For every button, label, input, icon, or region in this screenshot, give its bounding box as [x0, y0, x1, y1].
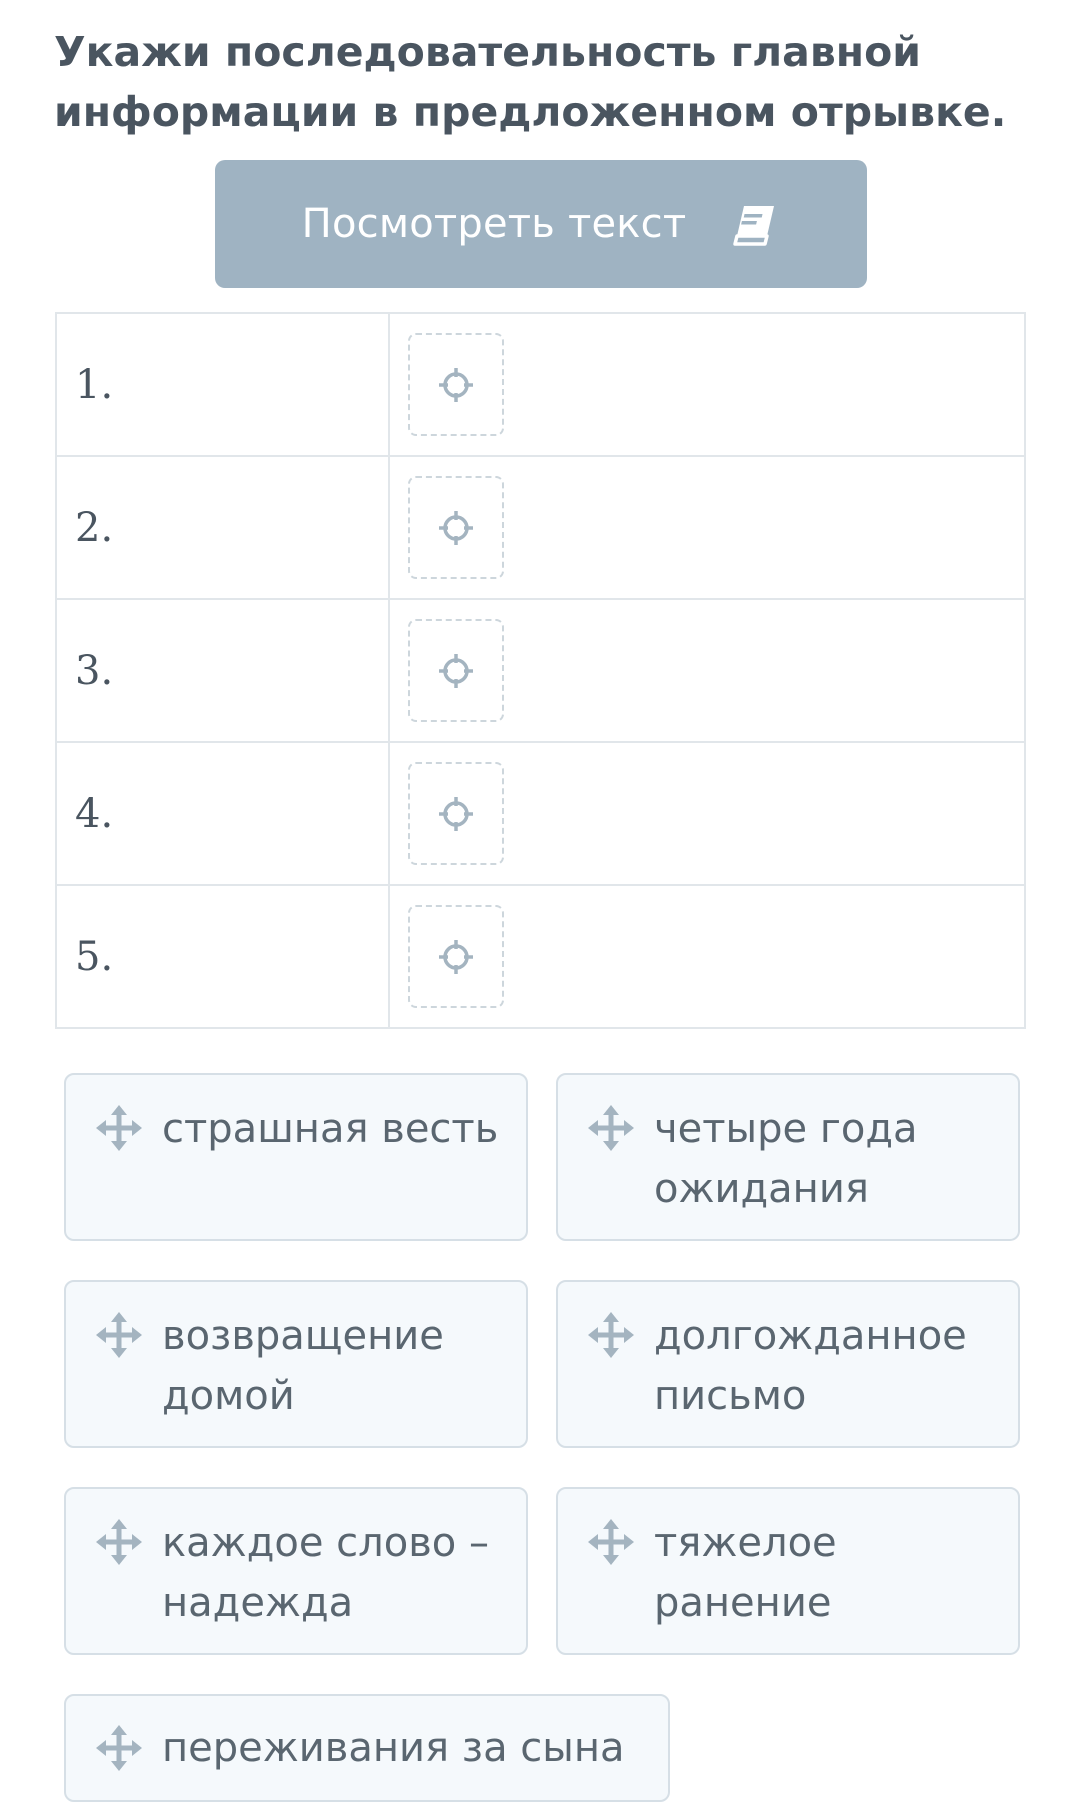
row-number: 1.: [75, 361, 114, 408]
answer-cell: [388, 312, 1026, 457]
target-icon: [436, 508, 476, 548]
option-chip[interactable]: возвращение домой: [64, 1280, 528, 1448]
book-icon: [730, 199, 780, 249]
drop-slot-5[interactable]: [408, 905, 504, 1008]
option-label: возвращение домой: [162, 1313, 444, 1419]
row-number: 3.: [75, 647, 114, 694]
option-label: тяжелое ранение: [654, 1520, 837, 1626]
answer-cell: [388, 741, 1026, 886]
option-label: четыре года ожидания: [654, 1106, 918, 1212]
target-icon: [436, 651, 476, 691]
view-text-button-label: Посмотреть текст: [301, 201, 687, 247]
row-number-cell: 5.: [55, 884, 390, 1029]
row-number-cell: 1.: [55, 312, 390, 457]
row-number: 5.: [75, 933, 114, 980]
view-text-button[interactable]: Посмотреть текст: [215, 160, 867, 288]
option-label: переживания за сына: [162, 1725, 625, 1771]
row-number-cell: 3.: [55, 598, 390, 743]
target-icon: [436, 365, 476, 405]
answer-cell: [388, 598, 1026, 743]
option-chip[interactable]: долгожданное письмо: [556, 1280, 1020, 1448]
table-row: 4.: [55, 741, 1026, 886]
table-row: 1.: [55, 312, 1026, 457]
drop-slot-1[interactable]: [408, 333, 504, 436]
option-label: каждое слово – надежда: [162, 1520, 489, 1626]
move-icon: [588, 1312, 634, 1358]
row-number: 2.: [75, 504, 114, 551]
move-icon: [96, 1519, 142, 1565]
option-chip[interactable]: каждое слово – надежда: [64, 1487, 528, 1655]
table-row: 3.: [55, 598, 1026, 743]
table-row: 5.: [55, 884, 1026, 1029]
option-chip[interactable]: четыре года ожидания: [556, 1073, 1020, 1241]
drop-slot-4[interactable]: [408, 762, 504, 865]
answer-cell: [388, 455, 1026, 600]
answer-table: 1. 2. 3. 4. 5.: [55, 312, 1026, 1029]
option-label: страшная весть: [162, 1106, 499, 1152]
drop-slot-3[interactable]: [408, 619, 504, 722]
move-icon: [588, 1105, 634, 1151]
move-icon: [588, 1519, 634, 1565]
table-row: 2.: [55, 455, 1026, 600]
option-chip[interactable]: переживания за сына: [64, 1694, 670, 1802]
move-icon: [96, 1725, 142, 1771]
row-number: 4.: [75, 790, 114, 837]
row-number-cell: 4.: [55, 741, 390, 886]
target-icon: [436, 937, 476, 977]
target-icon: [436, 794, 476, 834]
task-instruction: Укажи последовательность главной информа…: [54, 28, 1007, 136]
move-icon: [96, 1312, 142, 1358]
option-chip[interactable]: страшная весть: [64, 1073, 528, 1241]
drop-slot-2[interactable]: [408, 476, 504, 579]
option-label: долгожданное письмо: [654, 1313, 967, 1419]
row-number-cell: 2.: [55, 455, 390, 600]
move-icon: [96, 1105, 142, 1151]
answer-cell: [388, 884, 1026, 1029]
option-chip[interactable]: тяжелое ранение: [556, 1487, 1020, 1655]
